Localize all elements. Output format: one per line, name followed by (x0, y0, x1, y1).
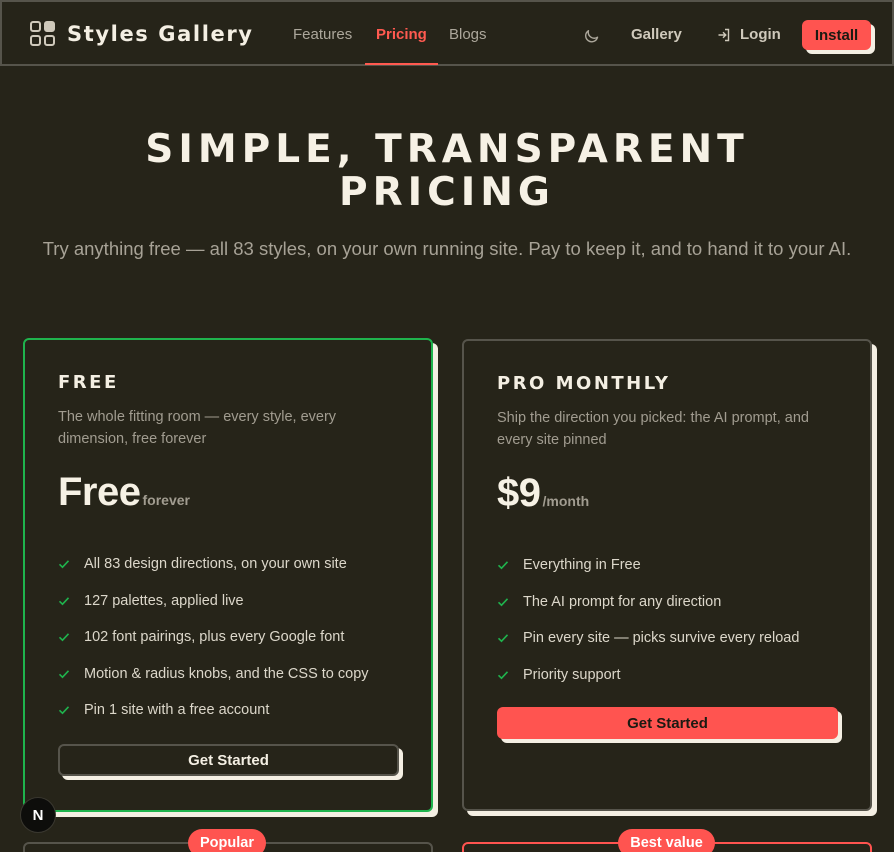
brand[interactable]: Styles Gallery (30, 21, 254, 47)
feature-item: All 83 design directions, on your own si… (58, 546, 369, 583)
check-icon (58, 670, 70, 679)
price-unit: forever (142, 492, 190, 508)
nav-link-pricing[interactable]: Pricing (376, 26, 427, 43)
page-subtitle: Try anything free — all 83 styles, on yo… (42, 238, 852, 259)
nav-link-features[interactable]: Features (293, 26, 352, 43)
top-nav: Styles Gallery Features Pricing Blogs Ga… (0, 0, 894, 66)
price-value: Free (58, 470, 141, 514)
popular-badge: Popular (188, 829, 266, 852)
check-icon (58, 597, 70, 606)
get-started-button-pro[interactable]: Get Started (497, 707, 838, 739)
gallery-link[interactable]: Gallery (631, 26, 682, 43)
feature-text: Pin 1 site with a free account (84, 702, 270, 719)
login-icon (718, 28, 730, 41)
nav-link-blogs[interactable]: Blogs (449, 26, 487, 43)
best-value-badge: Best value (618, 829, 715, 852)
plan-card-pro-monthly: PRO MONTHLY Ship the direction you picke… (462, 339, 872, 811)
feature-text: Priority support (523, 666, 621, 683)
feature-text: 102 font pairings, plus every Google fon… (84, 629, 345, 646)
page-title: SIMPLE, TRANSPARENT PRICING (145, 127, 749, 215)
feature-list: Everything in Free The AI prompt for any… (497, 547, 799, 693)
check-icon (58, 706, 70, 715)
plan-price: Free forever (58, 470, 190, 515)
feature-list: All 83 design directions, on your own si… (58, 546, 369, 729)
brand-title: Styles Gallery (67, 22, 254, 46)
feature-item: Pin every site — picks survive every rel… (497, 620, 799, 657)
plan-description: The whole fitting room — every style, ev… (58, 409, 337, 447)
install-button[interactable]: Install (802, 20, 871, 50)
check-icon (58, 633, 70, 642)
feature-text: Motion & radius knobs, and the CSS to co… (84, 665, 369, 682)
plan-description: Ship the direction you picked: the AI pr… (497, 410, 809, 448)
grid-logo-icon (30, 21, 56, 47)
feature-item: Priority support (497, 657, 799, 694)
price-unit: /month (542, 493, 590, 509)
active-tab-indicator (365, 63, 438, 65)
login-label: Login (740, 26, 781, 43)
login-link[interactable]: Login (716, 26, 781, 43)
check-icon (497, 634, 509, 643)
plan-price: $9 /month (497, 471, 589, 516)
feature-item: 127 palettes, applied live (58, 583, 369, 620)
check-icon (497, 598, 509, 607)
plan-name: FREE (58, 372, 119, 393)
feature-text: The AI prompt for any direction (523, 593, 722, 610)
feature-text: Pin every site — picks survive every rel… (523, 630, 800, 647)
feature-item: The AI prompt for any direction (497, 584, 799, 621)
moon-icon (585, 29, 599, 43)
feature-item: 102 font pairings, plus every Google fon… (58, 619, 369, 656)
get-started-button-free[interactable]: Get Started (58, 744, 399, 776)
plan-name: PRO MONTHLY (497, 373, 671, 394)
feature-item: Motion & radius knobs, and the CSS to co… (58, 656, 369, 693)
feature-item: Pin 1 site with a free account (58, 692, 369, 729)
theme-toggle-button[interactable] (585, 27, 603, 45)
feature-text: 127 palettes, applied live (84, 592, 244, 609)
check-icon (497, 671, 509, 680)
dev-tools-badge[interactable]: N (20, 797, 56, 833)
check-icon (497, 561, 509, 570)
feature-text: All 83 design directions, on your own si… (84, 556, 347, 573)
check-icon (58, 560, 70, 569)
plan-card-free: FREE The whole fitting room — every styl… (23, 338, 433, 812)
price-value: $9 (497, 471, 541, 515)
feature-text: Everything in Free (523, 557, 641, 574)
feature-item: Everything in Free (497, 547, 799, 584)
